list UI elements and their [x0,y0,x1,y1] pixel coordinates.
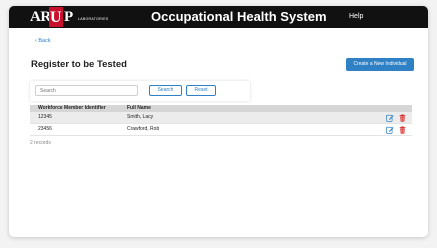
cell-identifier: 23456 [38,126,52,132]
logo-mark: U [49,7,63,27]
logo-text-right: P [64,9,73,25]
top-nav-bar: AR U P LABORATORIES Occupational Health … [9,6,428,28]
trash-icon[interactable] [399,114,406,122]
page-title: Register to be Tested [31,59,127,70]
column-header-identifier[interactable]: Workforce Member Identifier [38,105,106,112]
table-row[interactable]: 12345 Smith, Lacy [30,112,412,124]
table-header: Workforce Member Identifier Full Name [30,105,412,112]
edit-icon[interactable] [386,126,394,134]
app-title: Occupational Health System [151,9,327,24]
help-link[interactable]: Help [349,12,363,22]
cell-identifier: 12345 [38,114,52,120]
logo-subtext: LABORATORIES [78,17,109,21]
create-new-individual-button[interactable]: Create a New Individual [346,58,414,71]
search-input[interactable] [35,85,138,96]
cell-full-name: Smith, Lacy [127,114,154,120]
column-header-full-name[interactable]: Full Name [127,105,151,112]
logo-mark-letter: U [50,9,62,26]
record-count: 2 records [30,140,51,146]
results-table: Workforce Member Identifier Full Name 12… [30,105,412,136]
reset-button[interactable]: Reset [186,85,216,96]
search-button[interactable]: Search [149,85,182,96]
cell-full-name: Crawford, Rob [127,126,160,132]
search-panel: Search Reset [30,81,250,101]
logo-text-left: AR [30,9,51,25]
edit-icon[interactable] [386,114,394,122]
app-window: AR U P LABORATORIES Occupational Health … [9,6,428,237]
back-link[interactable]: ‹ Back [35,37,51,45]
trash-icon[interactable] [399,126,406,134]
table-row[interactable]: 23456 Crawford, Rob [30,124,412,136]
